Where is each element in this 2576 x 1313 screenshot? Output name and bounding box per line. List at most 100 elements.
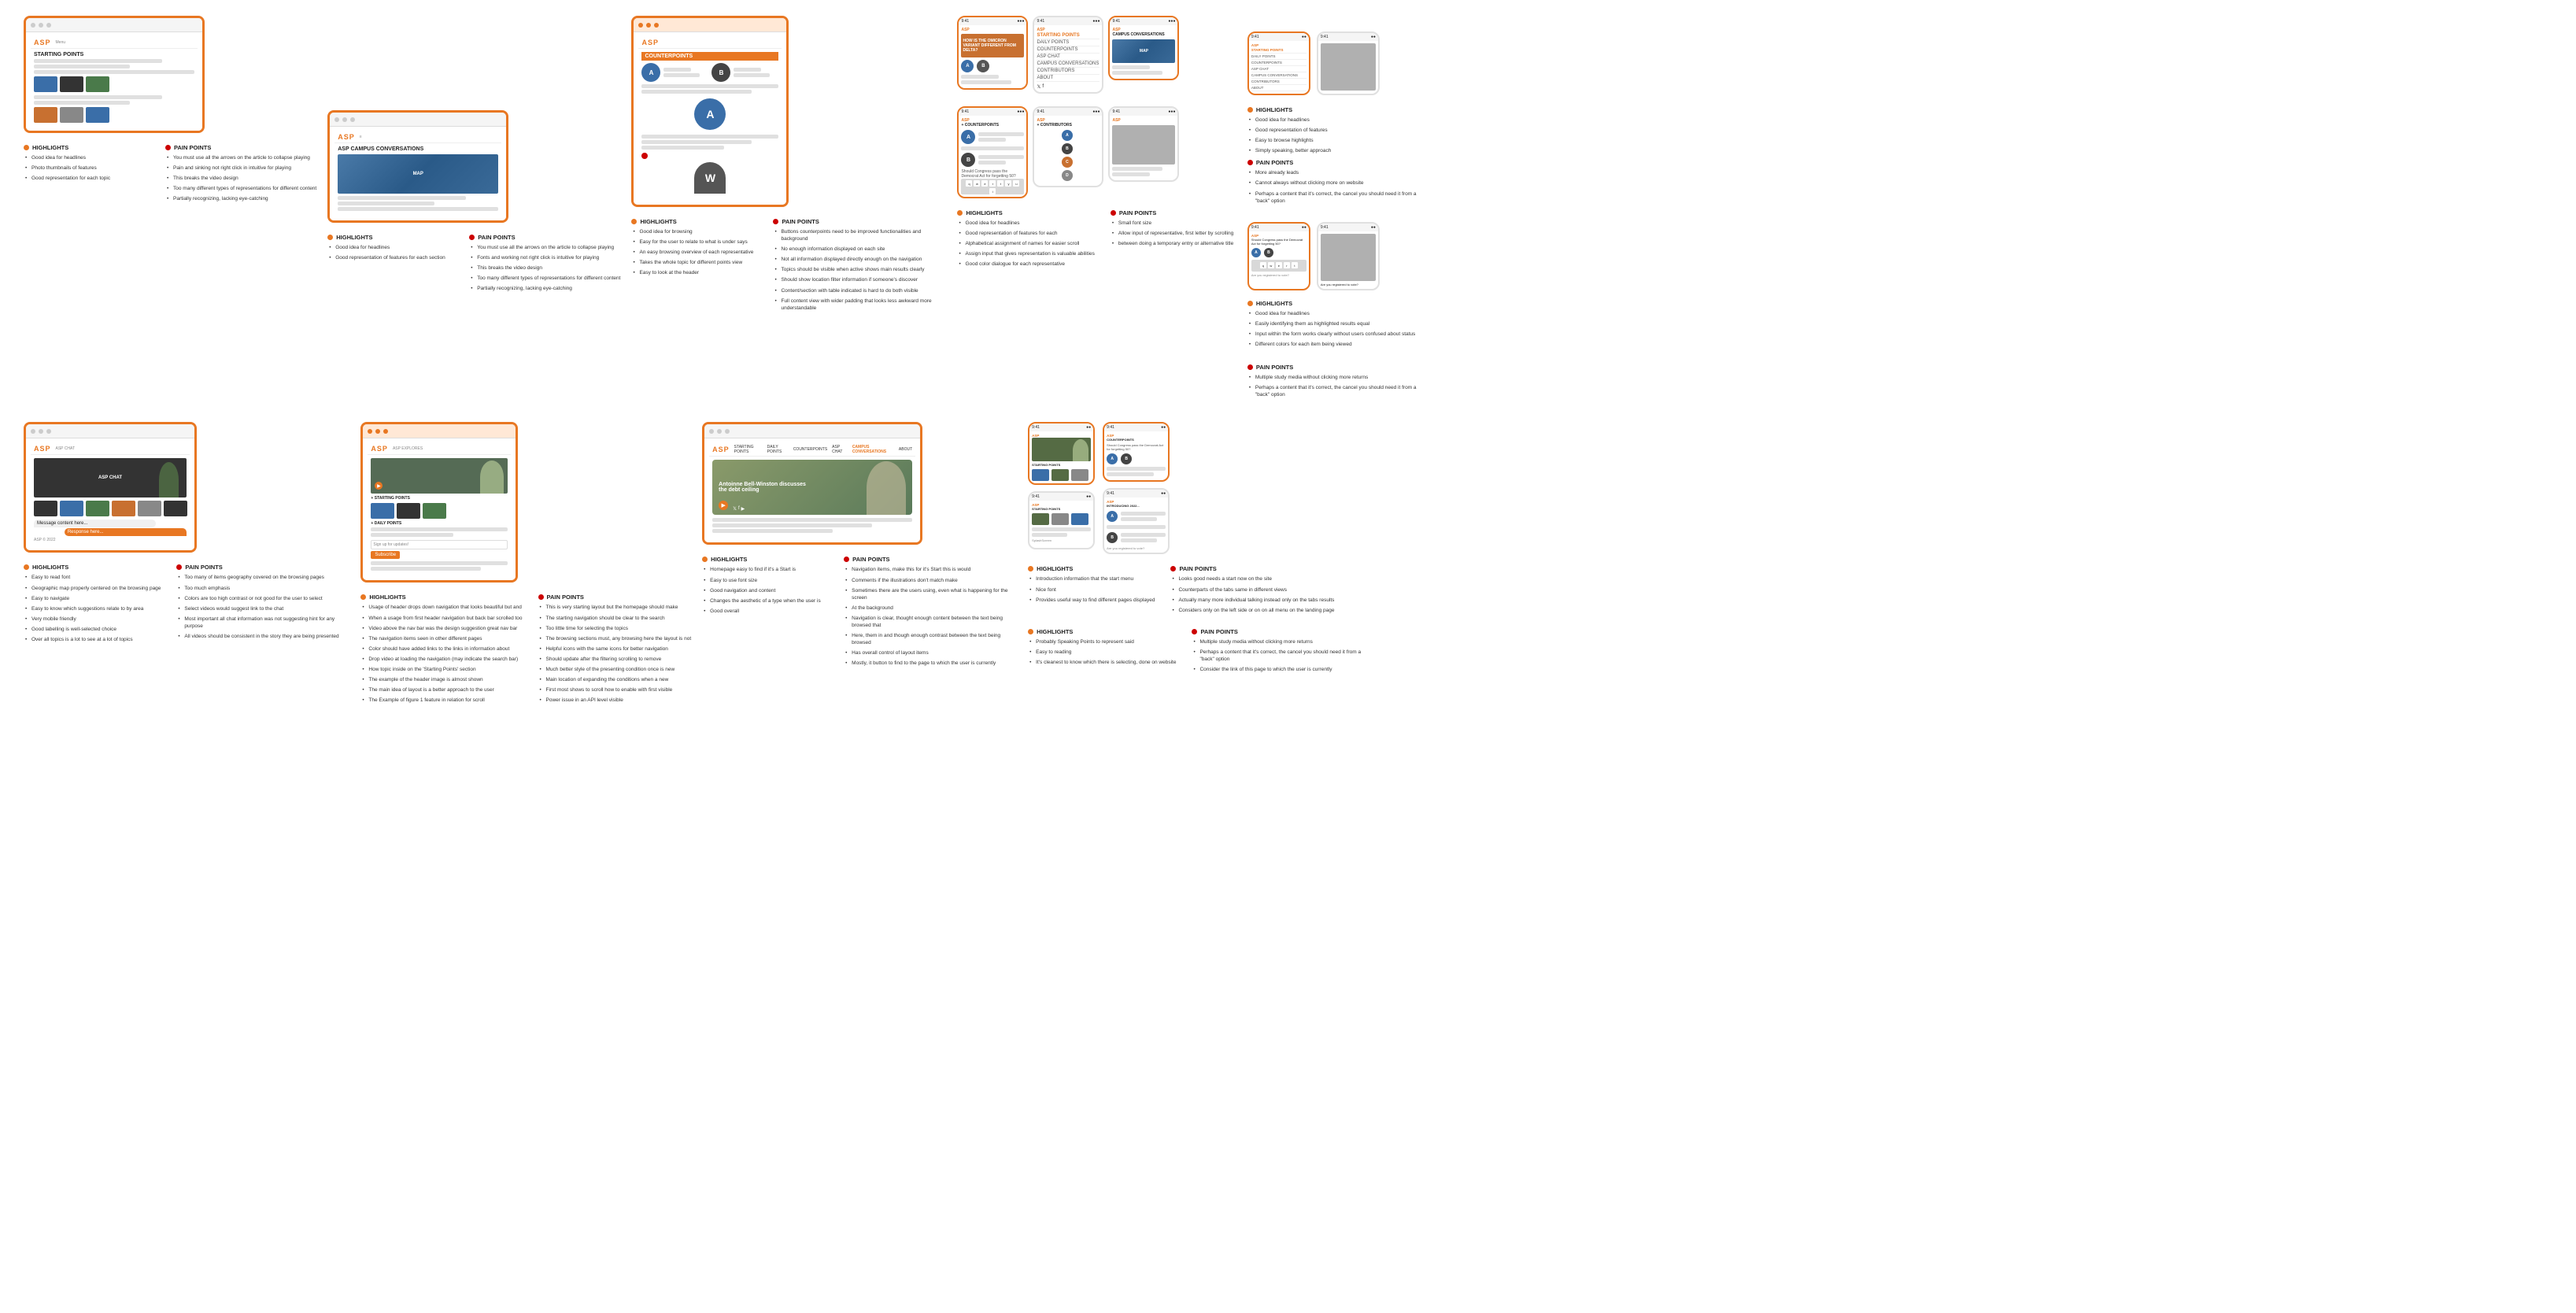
t2-p6: All videos should be consistent in the s… [176,633,349,640]
laptop1-annotations: HIGHLIGHTS Good idea for headlines Photo… [24,144,316,202]
laptop2-title: ASP CAMPUS CONVERSATIONS [338,146,498,152]
r2-cl7 [1107,525,1166,529]
cline5 [34,101,130,105]
l3-play-btn[interactable]: ▶ [719,501,728,510]
r2-thumbs2 [1032,513,1091,525]
t2-footer: ASP © 2022 [34,538,187,542]
sp1-nav4[interactable]: ASP CHAT [1251,66,1306,72]
explores-nav-label: ASP EXPLORES [393,446,423,451]
dot2 [39,23,43,28]
ph2-nav-counter[interactable]: COUNTERPOINTS [1037,46,1100,54]
l3-nav5[interactable]: CAMPUS CONVERSATIONS [852,445,894,454]
explores-figure [480,460,504,494]
ck1[interactable]: q [1260,262,1266,268]
dot12 [46,429,51,434]
ph4-cl2 [978,138,1006,142]
k6[interactable]: y [1005,180,1011,187]
t1-p6: Content/section with table indicated is … [773,287,946,294]
sp1-nav2[interactable]: DAILY POINTS [1251,54,1306,60]
l3-nav1[interactable]: STARTING POINTS [734,445,763,454]
l3-nav4[interactable]: ASP CHAT [832,445,848,454]
t2-p4: Select videos would suggest link to the … [176,605,349,612]
sp1-nav6[interactable]: CONTRIBUTORS [1251,79,1306,85]
k8[interactable]: i [989,188,996,194]
p1-item1: You must use all the arrows on the artic… [165,154,316,161]
phone5: 9:41 ●●● ASP + CONTRIBUTORS A B [1033,106,1103,187]
cl8 [338,207,498,211]
l3-hero: Antoinne Bell-Winston discusses the debt… [712,460,912,515]
t3-h6: Drop video at loading the navigation (ma… [360,656,522,663]
ck2[interactable]: w [1268,262,1274,268]
tablet1-content: COUNTERPOINTS A B [638,49,782,200]
r2-av3: A [1107,511,1118,522]
l3-nav6[interactable]: ABOUT [899,447,912,452]
ph2-nav-daily[interactable]: DAILY POINTS [1037,39,1100,46]
sp1-nav5[interactable]: CAMPUS CONVERSATIONS [1251,72,1306,79]
tablet2-chat-area: Message content here... Response here... [34,520,187,536]
tablet2-section: ASP ASP CHAT ASP CHAT [24,422,349,643]
ex-cl1 [371,527,508,531]
pg1-p-dot [1111,210,1116,216]
avatar1: A [641,63,660,82]
k5[interactable]: t [997,180,1003,187]
r2-ph2-sp: STARTING POINTS [1032,507,1091,511]
ph1-avatars: A B [961,60,1024,72]
l3-h5: Good overall [702,608,828,615]
l3-twitter[interactable]: 𝕏 [733,506,737,512]
ph5-contrib-list: A B C D [1037,130,1100,181]
ex-cl4 [371,567,480,571]
ck3[interactable]: e [1276,262,1282,268]
ph2-fb[interactable]: f [1042,84,1044,90]
sp1-nav3[interactable]: COUNTERPOINTS [1251,60,1306,66]
thumb2 [60,76,83,92]
l3-yt[interactable]: ▶ [741,506,745,512]
chat1-reg: Are you registered to vote? [1251,273,1306,277]
p1-item2: Pain and sinking not right click in intu… [165,165,316,172]
t3-h8: The example of the header image is almos… [360,676,522,683]
sp1-nav7[interactable]: ABOUT [1251,85,1306,91]
bubble2: Response here... [65,528,187,536]
k4[interactable]: r [989,180,996,187]
ph2-twitter[interactable]: 𝕏 [1037,84,1040,90]
k1[interactable]: q [966,180,972,187]
ck5[interactable]: t [1292,262,1298,268]
ph2-nav-starting[interactable]: STARTING POINTS [1037,32,1100,39]
p2-i4: Too many different types of representati… [469,275,620,282]
t2-h-title: HIGHLIGHTS [24,564,161,571]
ph6-content: ASP [1110,116,1177,180]
ph2-nav-campus[interactable]: CAMPUS CONVERSATIONS [1037,61,1100,68]
tablet2-screen: ASP ASP CHAT ASP CHAT [26,438,194,550]
k7[interactable]: u [1013,180,1019,187]
explore-play[interactable]: ▶ [375,482,383,490]
r2-p2-2: Perhaps a content that it's correct, the… [1192,649,1365,663]
nav-starting[interactable]: Menu [56,40,66,45]
ex-th1 [371,503,394,519]
ph2-nav-contrib[interactable]: CONTRIBUTORS [1037,68,1100,75]
cl11 [641,135,778,139]
pg1-pain: PAIN POINTS Small font size Allow input … [1111,209,1236,268]
thumb1 [34,76,57,92]
l3-fb[interactable]: f [738,506,740,512]
nav2[interactable]: ≡ [360,135,362,139]
cl6 [338,196,466,200]
ph1-cl2 [961,80,1011,84]
k3[interactable]: e [981,180,988,187]
l3-nav3[interactable]: COUNTERPOINTS [793,447,827,452]
explores-submit[interactable]: Subscribe [371,551,400,559]
ph2-nav-chat[interactable]: ASP CHAT [1037,54,1100,61]
laptop1-section: ASP Menu STARTING POINTS [24,16,316,202]
t1-h-title: HIGHLIGHTS [631,218,757,225]
p2-i2: Fonts and working not right click is int… [469,254,620,261]
k2[interactable]: w [974,180,980,187]
play-btn[interactable]: ▶ [375,482,383,490]
explores-input[interactable]: Sign up for updates! [371,540,508,549]
ph2-nav-about[interactable]: ABOUT [1037,75,1100,82]
l3-nav2[interactable]: DAILY POINTS [767,445,789,454]
r2-cl6 [1121,517,1157,521]
phone-group1-section: 9:41 ●●● ASP HOW IS THE OMICRON VARIANT … [957,16,1236,268]
ck4[interactable]: r [1284,262,1290,268]
pg1-p-title: PAIN POINTS [1111,209,1236,216]
t2-highlights: HIGHLIGHTS Easy to read font Geographic … [24,564,161,643]
sp1-nav1[interactable]: STARTING POINTS [1251,47,1306,54]
dot13 [368,429,372,434]
